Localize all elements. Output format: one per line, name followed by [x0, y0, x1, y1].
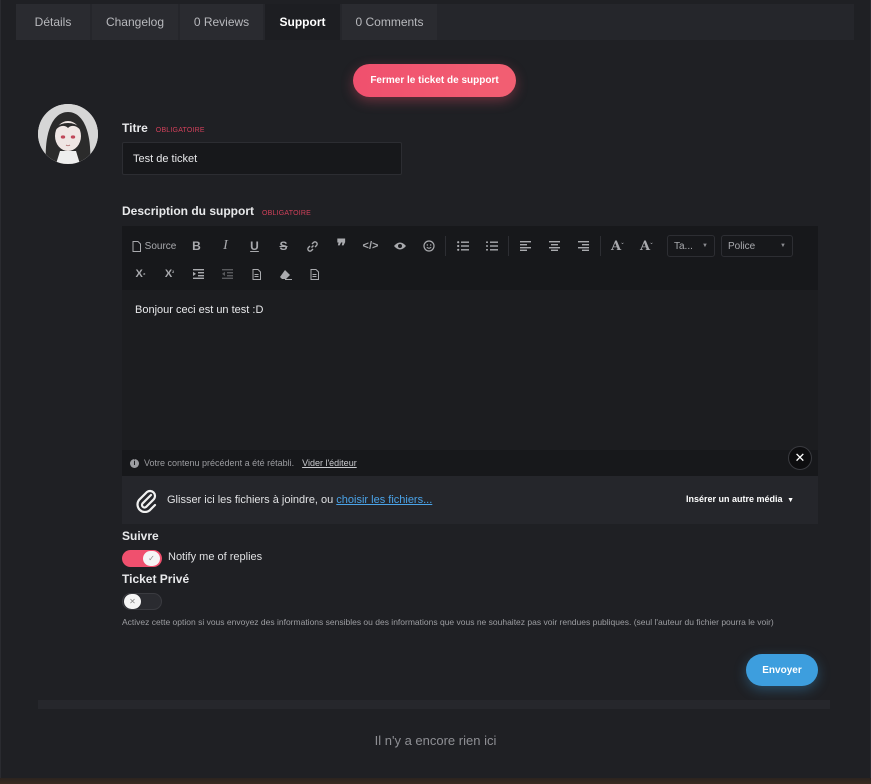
clear-editor-link[interactable]: Vider l'éditeur [302, 458, 357, 468]
restore-notice-text: Votre contenu précédent a été rétabli. [144, 458, 295, 468]
dismiss-notice-button[interactable]: ✕ [788, 446, 812, 470]
smiley-icon[interactable] [414, 234, 443, 258]
bottom-strip [0, 778, 871, 784]
upload-text: Glisser ici les fichiers à joindre, ou [167, 494, 334, 506]
editor-toolbar: Source B I U S ❞ </> A ˇ A ˇ Ta... ▼ Pol… [122, 226, 818, 290]
description-required-tag: OBLIGATOIRE [262, 210, 312, 217]
align-left-icon[interactable] [511, 234, 540, 258]
bold-icon[interactable]: B [182, 234, 211, 258]
title-label-text: Titre [122, 121, 148, 135]
font-family-select-value: Police [728, 240, 756, 252]
chevron-down-icon: ▼ [780, 243, 786, 249]
toolbar-separator [508, 236, 509, 256]
font-size-select[interactable]: Ta... ▼ [667, 235, 715, 257]
background-color-icon[interactable]: Aˇ [632, 234, 661, 258]
numbered-list-icon[interactable] [477, 234, 506, 258]
cross-icon: ✕ [124, 594, 141, 609]
editor-content[interactable]: Bonjour ceci est un test :D [122, 290, 818, 450]
bullet-list-icon[interactable] [448, 234, 477, 258]
title-input[interactable] [122, 142, 402, 175]
send-button[interactable]: Envoyer [746, 654, 818, 686]
paperclip-icon [136, 489, 157, 513]
empty-state-message: Il n'y a encore rien ici [374, 733, 497, 748]
title-label: Titre OBLIGATOIRE [122, 121, 205, 135]
toolbar-separator [445, 236, 446, 256]
title-required-tag: OBLIGATOIRE [155, 127, 205, 134]
chevron-down-icon: ▼ [787, 497, 794, 504]
rich-text-editor: Source B I U S ❞ </> A ˇ A ˇ Ta... ▼ Pol… [122, 226, 818, 524]
subscript-icon[interactable]: X₂ [126, 262, 155, 286]
attachment-dropzone[interactable]: Glisser ici les fichiers à joindre, ou c… [122, 476, 818, 524]
notify-toggle[interactable]: ✓ [122, 550, 162, 567]
tab-support[interactable]: Support [265, 4, 340, 40]
toolbar-separator [600, 236, 601, 256]
choose-files-link[interactable]: choisir les fichiers... [336, 494, 432, 506]
font-size-select-value: Ta... [674, 240, 693, 252]
drafts-icon[interactable] [300, 262, 329, 286]
code-icon[interactable]: </> [356, 234, 385, 258]
underline-icon[interactable]: U [240, 234, 269, 258]
text-color-icon[interactable]: Aˇ [603, 234, 632, 258]
info-icon: i [130, 458, 139, 468]
eraser-icon[interactable] [271, 262, 300, 286]
indent-icon[interactable] [184, 262, 213, 286]
private-ticket-hint: Activez cette option si vous envoyez des… [122, 617, 774, 627]
quote-icon[interactable]: ❞ [327, 234, 356, 258]
superscript-icon[interactable]: X² [155, 262, 184, 286]
outdent-icon[interactable] [213, 262, 242, 286]
tab-reviews[interactable]: 0 Reviews [180, 4, 263, 40]
description-label: Description du support OBLIGATOIRE [122, 204, 311, 218]
restore-notice: i Votre contenu précédent a été rétabli.… [122, 450, 818, 476]
insert-media-dropdown[interactable]: Insérer un autre média ▼ [686, 494, 794, 504]
toolbar-row-2: X₂ X² [126, 258, 329, 290]
insert-media-label: Insérer un autre média [686, 494, 783, 504]
italic-icon[interactable]: I [211, 234, 240, 258]
tab-changelog[interactable]: Changelog [92, 4, 178, 40]
font-family-select[interactable]: Police ▼ [721, 235, 793, 257]
private-ticket-label: Ticket Privé [122, 572, 190, 586]
tab-bar: Détails Changelog 0 Reviews Support 0 Co… [16, 4, 854, 40]
align-center-icon[interactable] [540, 234, 569, 258]
align-right-icon[interactable] [569, 234, 598, 258]
chevron-down-icon: ▼ [702, 243, 708, 249]
divider [38, 700, 830, 709]
check-icon: ✓ [143, 551, 160, 566]
follow-label: Suivre [122, 529, 159, 543]
private-ticket-toggle[interactable]: ✕ [122, 593, 162, 610]
close-icon: ✕ [794, 450, 806, 465]
template-icon[interactable] [242, 262, 271, 286]
description-label-text: Description du support [122, 204, 254, 218]
source-button[interactable]: Source [126, 234, 182, 258]
strikethrough-icon[interactable]: S [269, 234, 298, 258]
avatar [38, 104, 98, 164]
eye-icon[interactable] [385, 234, 414, 258]
source-label: Source [144, 240, 177, 252]
tab-details[interactable]: Détails [16, 4, 90, 40]
document-icon [132, 240, 141, 252]
tab-comments[interactable]: 0 Comments [342, 4, 437, 40]
notify-label: Notify me of replies [168, 551, 263, 563]
close-ticket-button[interactable]: Fermer le ticket de support [353, 64, 516, 97]
link-icon[interactable] [298, 234, 327, 258]
